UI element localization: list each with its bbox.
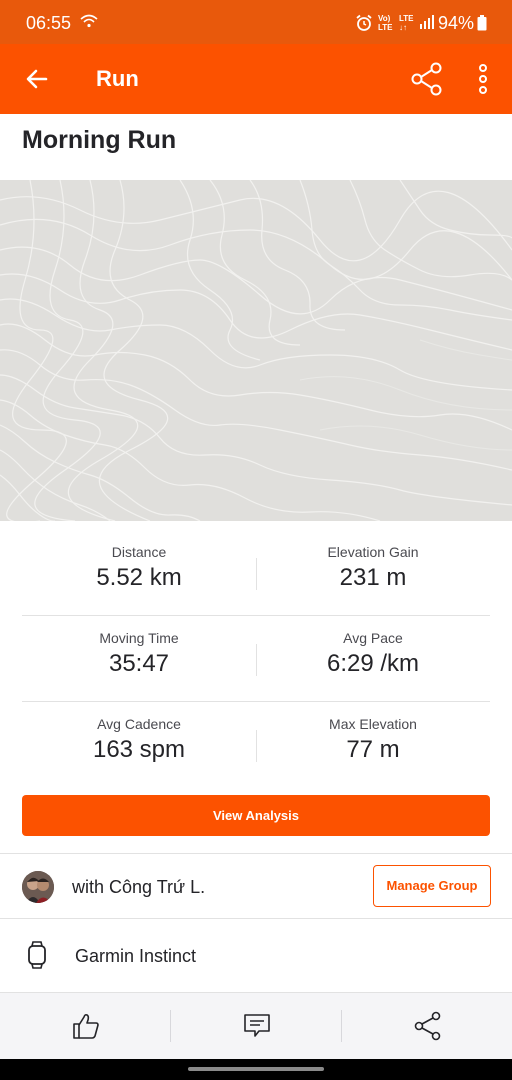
alarm-icon [355,14,373,37]
watch-icon [26,941,48,974]
stat-label: Avg Cadence [97,716,181,732]
stat-label: Distance [111,544,167,560]
stat-value: 231 m [339,564,407,591]
activity-map[interactable] [0,180,512,521]
stat-moving-time: Moving Time 35:47 [22,616,256,678]
stats-grid: Distance 5.52 km Elevation Gain 231 m Mo… [22,530,490,788]
device-name: Garmin Instinct [75,946,197,966]
stat-value: 35:47 [108,650,170,677]
stat-distance: Distance 5.52 km [22,530,256,592]
stat-value: 5.52 km [96,564,182,591]
battery-icon [477,15,487,36]
volte-bottom: LTE [378,23,393,32]
status-bar: 06:55 Vo) LTE LTE ↓↑ 94% [0,0,512,44]
lte-indicator: LTE ↓↑ [399,14,414,32]
page-title: Run [96,66,139,91]
battery-percent: 94% [438,13,475,33]
app-bar: Run [0,44,512,114]
view-analysis-button[interactable]: View Analysis [22,795,490,836]
stat-label: Moving Time [99,630,179,646]
home-handle[interactable] [188,1067,324,1071]
stat-elevation-gain: Elevation Gain 231 m [256,530,490,592]
share-button[interactable] [342,993,512,1059]
kudos-button[interactable] [0,993,170,1059]
lte-top: LTE [399,14,414,23]
stat-avg-pace: Avg Pace 6:29 /km [256,616,490,678]
group-members-text: with Công Trứ L. [72,877,206,897]
status-time: 06:55 [26,13,72,33]
stats-row: Moving Time 35:47 Avg Pace 6:29 /km [22,616,490,702]
stat-avg-cadence: Avg Cadence 163 spm [22,702,256,764]
arrow-left-icon[interactable] [24,66,50,97]
stat-label: Elevation Gain [327,544,419,560]
group-row[interactable]: with Công Trứ L. Manage Group [0,853,512,919]
stat-value: 6:29 /km [326,650,420,677]
stat-label: Avg Pace [343,630,403,646]
more-vertical-icon[interactable] [476,62,490,101]
stat-label: Max Elevation [329,716,417,732]
stat-value: 163 spm [92,736,186,763]
bottom-action-bar [0,993,512,1059]
lte-bottom: ↓↑ [399,23,407,32]
manage-group-button[interactable]: Manage Group [373,865,491,907]
share-icon[interactable] [410,62,444,101]
system-nav-bar [0,1059,512,1080]
comment-button[interactable] [171,993,341,1059]
avatar [22,871,54,903]
stats-row: Distance 5.52 km Elevation Gain 231 m [22,530,490,616]
wifi-icon [80,14,98,33]
topo-contours [0,180,512,521]
stats-row: Avg Cadence 163 spm Max Elevation 77 m [22,702,490,788]
stat-value: 77 m [346,736,400,763]
device-row: Garmin Instinct [0,919,512,993]
stat-max-elevation: Max Elevation 77 m [256,702,490,764]
volte-top: Vo) [378,14,391,23]
activity-title: Morning Run [22,126,177,154]
signal-icon [420,15,434,34]
volte-indicator: Vo) LTE [378,14,393,32]
